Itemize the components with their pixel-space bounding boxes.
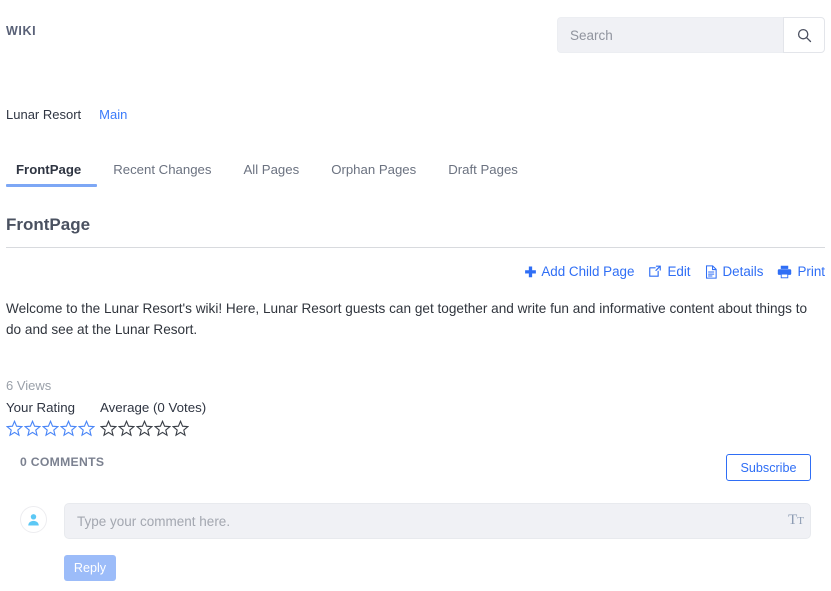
star-icon[interactable] xyxy=(6,420,23,437)
comments-count: 0 COMMENTS xyxy=(20,455,105,469)
document-icon xyxy=(705,264,718,279)
star-icon xyxy=(172,420,189,437)
page-actions: ✚ Add Child Page Edit Details Print xyxy=(511,264,825,279)
edit-label: Edit xyxy=(667,264,691,279)
avatar xyxy=(20,506,47,533)
reply-button[interactable]: Reply xyxy=(64,555,116,581)
star-icon xyxy=(136,420,153,437)
star-icon[interactable] xyxy=(78,420,95,437)
pencil-square-icon xyxy=(648,265,662,279)
tab-orphan-pages[interactable]: Orphan Pages xyxy=(315,162,432,187)
star-icon xyxy=(100,420,117,437)
wiki-page: WIKI Lunar Resort Main FrontPage Recent … xyxy=(0,0,831,591)
view-count: 6 Views xyxy=(6,378,52,393)
star-icon[interactable] xyxy=(24,420,41,437)
edit-action[interactable]: Edit xyxy=(648,264,691,279)
search-bar xyxy=(557,17,825,53)
printer-icon xyxy=(777,265,792,279)
your-rating-stars[interactable] xyxy=(6,420,95,437)
subscribe-button[interactable]: Subscribe xyxy=(726,454,811,481)
your-rating-label: Your Rating xyxy=(6,400,75,415)
search-input[interactable] xyxy=(557,17,783,53)
title-divider xyxy=(6,247,825,248)
print-label: Print xyxy=(797,264,825,279)
tab-recent-changes[interactable]: Recent Changes xyxy=(97,162,227,187)
print-action[interactable]: Print xyxy=(777,264,825,279)
breadcrumb-root: Lunar Resort xyxy=(6,107,82,122)
search-icon xyxy=(797,28,812,43)
breadcrumb: Lunar Resort Main xyxy=(6,107,127,122)
comment-box: TT xyxy=(64,503,811,539)
app-header: WIKI xyxy=(0,0,831,70)
tab-frontpage[interactable]: FrontPage xyxy=(6,162,98,187)
page-title: FrontPage xyxy=(6,215,91,234)
search-button[interactable] xyxy=(783,17,825,53)
tab-all-pages[interactable]: All Pages xyxy=(227,162,315,187)
star-icon[interactable] xyxy=(60,420,77,437)
page-body-text: Welcome to the Lunar Resort's wiki! Here… xyxy=(6,301,808,337)
star-icon xyxy=(118,420,135,437)
user-icon xyxy=(26,512,41,527)
breadcrumb-item-main[interactable]: Main xyxy=(99,107,127,122)
star-icon xyxy=(154,420,171,437)
average-rating-label: Average (0 Votes) xyxy=(100,400,207,415)
average-rating-stars xyxy=(100,420,189,437)
star-icon[interactable] xyxy=(42,420,59,437)
comment-input[interactable] xyxy=(65,504,770,538)
details-label: Details xyxy=(722,264,764,279)
brand-title: WIKI xyxy=(6,24,37,38)
wiki-tabs: FrontPage Recent Changes All Pages Orpha… xyxy=(6,162,825,191)
plus-icon: ✚ xyxy=(524,263,537,280)
add-child-page-action[interactable]: ✚ Add Child Page xyxy=(525,264,635,279)
details-action[interactable]: Details xyxy=(705,264,764,279)
add-child-page-label: Add Child Page xyxy=(541,264,635,279)
text-format-icon[interactable]: TT xyxy=(788,513,804,528)
tab-draft-pages[interactable]: Draft Pages xyxy=(432,162,534,187)
